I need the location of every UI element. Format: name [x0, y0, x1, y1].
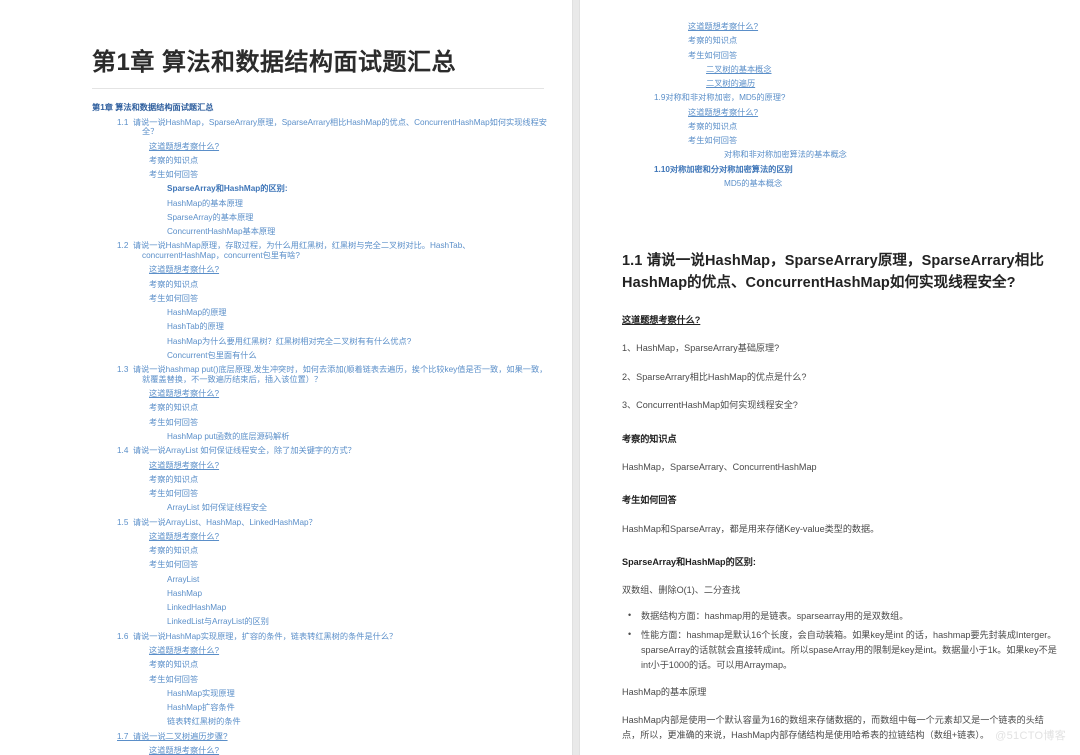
- toc-entry[interactable]: HashMap为什么要用红黑树？红黑树相对完全二叉树有有什么优点?: [167, 337, 552, 351]
- body-paragraph: 双数组、删除O(1)、二分查找: [622, 585, 741, 596]
- toc-entry[interactable]: 1.1 请说一说HashMap，SparseArrary原理，SparseArr…: [117, 118, 552, 142]
- toc-entry[interactable]: 二叉树的基本概念: [706, 65, 1050, 79]
- toc-entry[interactable]: 1.7 请说一说二叉树遍历步骤?: [117, 732, 552, 746]
- toc-entry[interactable]: HashMap实现原理: [167, 689, 552, 703]
- toc-entry[interactable]: 这道题想考察什么?: [149, 389, 552, 403]
- list-item: 性能方面：hashmap是默认16个长度，会自动装箱。如果key是int 的话，…: [628, 627, 1058, 672]
- toc-entry[interactable]: ArrayList: [167, 575, 552, 589]
- toc-entry[interactable]: 考察的知识点: [149, 403, 552, 417]
- toc-entry[interactable]: SparseArray的基本原理: [167, 213, 552, 227]
- table-of-contents-right: 这道题想考察什么? 考察的知识点 考生如何回答 二叉树的基本概念 二叉树的遍历 1.9对称…: [580, 0, 1080, 193]
- watermark: @51CTO博客: [995, 730, 1066, 742]
- bullet-list: 数据结构方面：hashmap用的是链表。sparsearray用的是双数组。性能…: [622, 608, 1058, 673]
- toc-entry[interactable]: 考生如何回答: [149, 489, 552, 503]
- toc-entry[interactable]: 考生如何回答: [149, 675, 552, 689]
- toc-entry[interactable]: 考察的知识点: [149, 156, 552, 170]
- toc-entry[interactable]: SparseArray和HashMap的区别:: [167, 184, 552, 198]
- toc-entry[interactable]: 对称和非对称加密算法的基本概念: [724, 150, 1050, 164]
- toc-entry[interactable]: HashMap的基本原理: [167, 199, 552, 213]
- body-subheading: 考生如何回答: [622, 495, 677, 506]
- body-paragraph: 2、SparseArrary相比HashMap的优点是什么?: [622, 371, 807, 382]
- toc-entry[interactable]: 考生如何回答: [149, 294, 552, 308]
- toc-entry[interactable]: 考生如何回答: [149, 170, 552, 184]
- body-paragraph: 3、ConcurrentHashMap如何实现线程安全?: [622, 400, 798, 411]
- toc-entry[interactable]: 考察的知识点: [688, 122, 1050, 136]
- list-item: 数据结构方面：hashmap用的是链表。sparsearray用的是双数组。: [628, 608, 1058, 624]
- toc-entry[interactable]: ConcurrentHashMap基本原理: [167, 227, 552, 241]
- section-body: 这道题想考察什么? 1、HashMap，SparseArrary基础原理? 2、Sp…: [580, 313, 1080, 742]
- table-of-contents-left: 第1章 算法和数据结构面试题汇总 1.1 请说一说HashMap，SparseAr…: [0, 89, 572, 755]
- body-paragraph: HashMap，SparseArrary、ConcurrentHashMap: [622, 461, 817, 472]
- toc-entry[interactable]: 这道题想考察什么?: [149, 532, 552, 546]
- body-subheading: 考察的知识点: [622, 433, 677, 444]
- toc-entry[interactable]: HashTab的原理: [167, 322, 552, 336]
- toc-entry[interactable]: HashMap的原理: [167, 308, 552, 322]
- toc-entry[interactable]: HashMap: [167, 589, 552, 603]
- toc-entry[interactable]: 1.10对称加密和分对称加密算法的区别: [654, 165, 1050, 179]
- toc-entry[interactable]: 1.3 请说一说hashmap put()底层原理,发生冲突时，如何去添加(顺着…: [117, 365, 552, 389]
- section-heading: 1.1 请说一说HashMap，SparseArrary原理，SparseArr…: [622, 253, 1044, 291]
- toc-entry[interactable]: 考察的知识点: [149, 660, 552, 674]
- toc-entry[interactable]: Concurrent包里面有什么: [167, 351, 552, 365]
- body-paragraph: HashMap内部是使用一个默认容量为16的数组来存储数据的，而数组中每一个元素…: [622, 715, 1044, 740]
- toc-entry[interactable]: 这道题想考察什么?: [149, 746, 552, 755]
- toc-entry[interactable]: 考生如何回答: [688, 136, 1050, 150]
- body-subheading: SparseArray和HashMap的区别:: [622, 557, 756, 568]
- body-subheading: 这道题想考察什么?: [622, 315, 701, 326]
- toc-entry[interactable]: HashMap put函数的底层源码解析: [167, 432, 552, 446]
- toc-entry[interactable]: LinkedHashMap: [167, 603, 552, 617]
- toc-entry[interactable]: 考察的知识点: [688, 36, 1050, 50]
- toc-entry[interactable]: 这道题想考察什么?: [149, 142, 552, 156]
- body-paragraph: 1、HashMap，SparseArrary基础原理?: [622, 343, 780, 354]
- toc-entry[interactable]: 考察的知识点: [149, 546, 552, 560]
- body-subheading: HashMap的基本原理: [622, 686, 707, 697]
- toc-entry[interactable]: 考生如何回答: [149, 418, 552, 432]
- toc-entry[interactable]: 考生如何回答: [688, 51, 1050, 65]
- toc-entry[interactable]: MD5的基本概念: [724, 179, 1050, 193]
- toc-entry[interactable]: ArrayList 如何保证线程安全: [167, 503, 552, 517]
- toc-entry[interactable]: LinkedList与ArrayList的区别: [167, 617, 552, 631]
- body-paragraph: HashMap和SparseArray，都是用来存储Key-value类型的数据…: [622, 523, 880, 534]
- document-viewer: 第1章 算法和数据结构面试题汇总 第1章 算法和数据结构面试题汇总 1.1 请说一…: [0, 0, 1080, 755]
- toc-entry[interactable]: 1.2 请说一说HashMap原理，存取过程，为什么用红黑树，红黑树与完全二叉树…: [117, 241, 552, 265]
- toc-entry[interactable]: 1.5 请说一说ArrayList、HashMap、LinkedHashMap？: [117, 518, 552, 532]
- toc-entry[interactable]: 考察的知识点: [149, 475, 552, 489]
- toc-entry[interactable]: 链表转红黑树的条件: [167, 717, 552, 731]
- toc-entry[interactable]: 这道题想考察什么?: [149, 461, 552, 475]
- document-page-right: 这道题想考察什么? 考察的知识点 考生如何回答 二叉树的基本概念 二叉树的遍历 1.9对称…: [580, 0, 1080, 755]
- toc-entry[interactable]: 1.6 请说一说HashMap实现原理，扩容的条件，链表转红黑树的条件是什么？: [117, 632, 552, 646]
- toc-entry[interactable]: HashMap扩容条件: [167, 703, 552, 717]
- document-page-left: 第1章 算法和数据结构面试题汇总 第1章 算法和数据结构面试题汇总 1.1 请说一…: [0, 0, 572, 755]
- toc-entry[interactable]: 考生如何回答: [149, 560, 552, 574]
- page-divider: [572, 0, 580, 755]
- toc-entry[interactable]: 第1章 算法和数据结构面试题汇总: [92, 103, 552, 118]
- toc-entry[interactable]: 考察的知识点: [149, 280, 552, 294]
- toc-entry[interactable]: 这道题想考察什么?: [149, 646, 552, 660]
- toc-entry[interactable]: 二叉树的遍历: [706, 79, 1050, 93]
- toc-entry[interactable]: 这道题想考察什么?: [149, 265, 552, 279]
- toc-entry[interactable]: 这道题想考察什么?: [688, 22, 1050, 36]
- toc-entry[interactable]: 1.9对称和非对称加密，MD5的原理?: [654, 93, 1050, 107]
- toc-entry[interactable]: 这道题想考察什么?: [688, 108, 1050, 122]
- toc-entry[interactable]: 1.4 请说一说ArrayList 如何保证线程安全，除了加关键字的方式？: [117, 446, 552, 460]
- page-title: 第1章 算法和数据结构面试题汇总: [92, 49, 457, 76]
